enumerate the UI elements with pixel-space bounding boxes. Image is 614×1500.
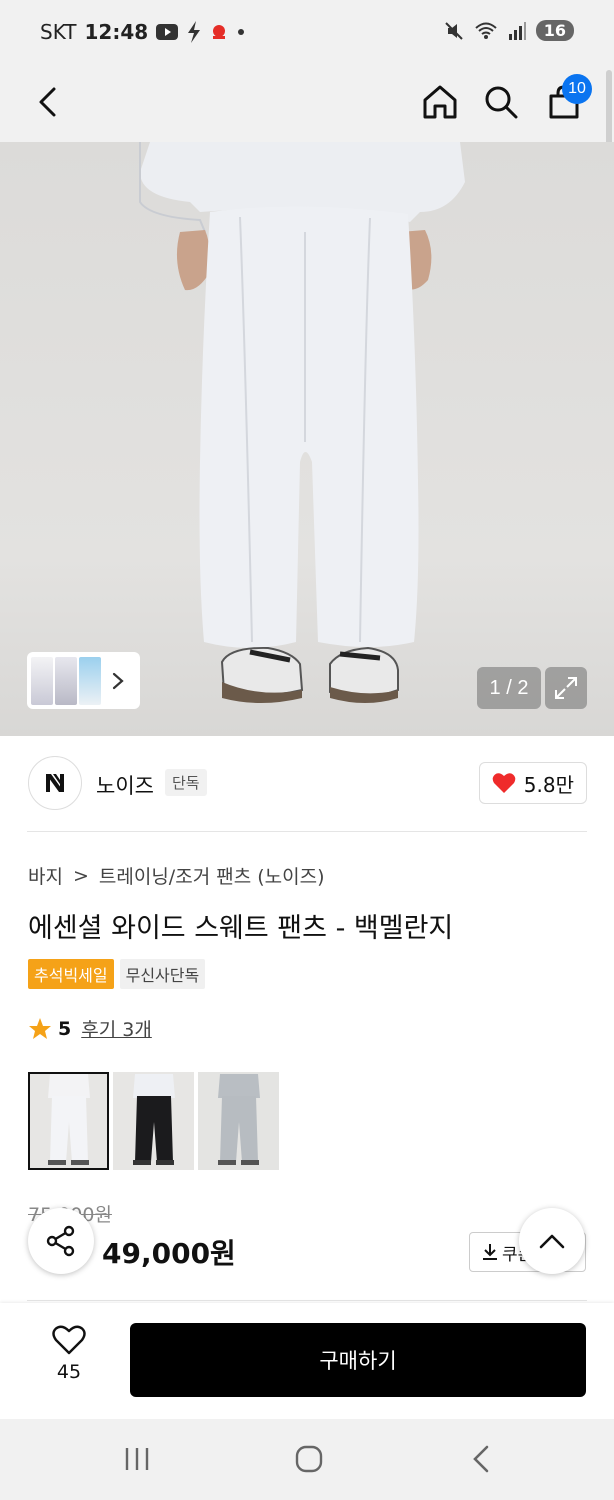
color-option-image: [198, 1072, 279, 1170]
section-divider: [27, 1300, 587, 1301]
brand-exclusive-tag: 단독: [165, 769, 207, 796]
chevron-up-icon: [539, 1234, 565, 1249]
app-notification-icon: [210, 23, 228, 41]
wishlist-button[interactable]: 45: [40, 1325, 98, 1383]
gallery-page-indicator: 1 / 2: [477, 667, 541, 709]
carrier-label: SKT: [40, 20, 77, 44]
share-button[interactable]: [28, 1208, 94, 1274]
recent-apps-icon: [125, 1448, 149, 1470]
fullscreen-button[interactable]: [545, 667, 587, 709]
bolt-icon: [186, 21, 202, 43]
status-right: 16: [444, 20, 574, 41]
cart-button[interactable]: 10: [540, 74, 592, 126]
gallery-thumb[interactable]: [79, 656, 101, 705]
sale-badge: 추석빅세일: [28, 959, 114, 989]
color-option-image: [28, 1072, 109, 1170]
star-icon: [29, 1017, 51, 1039]
brand-logo[interactable]: [28, 756, 82, 810]
system-navigation-bar: [0, 1419, 614, 1500]
brand-name[interactable]: 노이즈: [96, 770, 154, 800]
share-icon: [46, 1225, 75, 1257]
exclusive-badge: 무신사단독: [119, 959, 206, 989]
section-divider: [27, 831, 587, 832]
rating-row: 5 후기 3개: [28, 1015, 152, 1042]
dot-icon: [236, 27, 246, 37]
battery-indicator: 16: [535, 20, 574, 41]
brand-like-count: 5.8만: [523, 772, 574, 797]
breadcrumb-separator: >: [72, 864, 89, 887]
signal-icon: [508, 21, 526, 40]
back-system-button[interactable]: [461, 1441, 501, 1477]
download-icon: [483, 1244, 497, 1260]
search-icon: [485, 86, 518, 119]
reviews-link[interactable]: 후기 3개: [81, 1015, 152, 1042]
home-circle-icon: [295, 1445, 323, 1473]
sale-price: 49,000원: [102, 1237, 236, 1270]
gallery-thumb[interactable]: [31, 656, 53, 705]
bottom-action-bar: 45 구매하기: [0, 1303, 614, 1419]
buy-button[interactable]: 구매하기: [130, 1323, 586, 1397]
wishlist-count: 45: [56, 1361, 82, 1383]
product-image-gallery[interactable]: 1 / 2: [0, 142, 614, 736]
wifi-icon: [474, 21, 498, 41]
color-option-gray[interactable]: [198, 1072, 279, 1170]
rating-score: 5: [58, 1017, 72, 1040]
color-options: [28, 1072, 279, 1170]
gallery-thumbnail-strip[interactable]: [27, 652, 140, 709]
expand-icon: [555, 677, 577, 699]
color-option-black[interactable]: [113, 1072, 194, 1170]
home-icon: [423, 85, 457, 119]
brand-like-button[interactable]: 5.8만: [478, 762, 587, 804]
mute-icon: [444, 21, 464, 41]
product-title: 에센셜 와이드 스웨트 팬츠 - 백멜란지: [28, 913, 454, 944]
product-photo: [139, 142, 465, 703]
cart-count-badge: 10: [562, 74, 592, 104]
status-left: SKT 12:48: [40, 20, 246, 44]
color-option-image: [113, 1072, 194, 1170]
youtube-icon: [156, 24, 179, 40]
top-nav: 10: [0, 66, 614, 142]
breadcrumb-category[interactable]: 바지: [28, 862, 63, 889]
breadcrumb-subcategory[interactable]: 트레이닝/조거 팬츠 (노이즈): [99, 862, 325, 889]
heart-filled-icon: [492, 773, 516, 793]
back-button[interactable]: [24, 78, 72, 126]
chevron-right-icon: [112, 672, 124, 689]
home-button[interactable]: [416, 78, 464, 126]
breadcrumb: 바지 > 트레이닝/조거 팬츠 (노이즈): [28, 862, 324, 889]
search-button[interactable]: [477, 78, 525, 126]
brand-logo-mark-icon: [46, 774, 64, 792]
color-option-white-melange[interactable]: [28, 1072, 109, 1170]
heart-outline-icon: [52, 1325, 86, 1355]
back-arrow-icon: [473, 1445, 489, 1473]
chevron-left-icon: [39, 87, 56, 117]
gallery-thumb[interactable]: [55, 656, 77, 705]
clock: 12:48: [84, 20, 149, 44]
status-bar: SKT 12:48 16: [0, 0, 614, 66]
scroll-to-top-button[interactable]: [519, 1208, 585, 1274]
recent-apps-button[interactable]: [117, 1441, 157, 1477]
product-badges: 추석빅세일 무신사단독: [28, 959, 206, 989]
brand-row: 노이즈 단독 5.8만: [0, 736, 614, 832]
home-system-button[interactable]: [289, 1441, 329, 1477]
